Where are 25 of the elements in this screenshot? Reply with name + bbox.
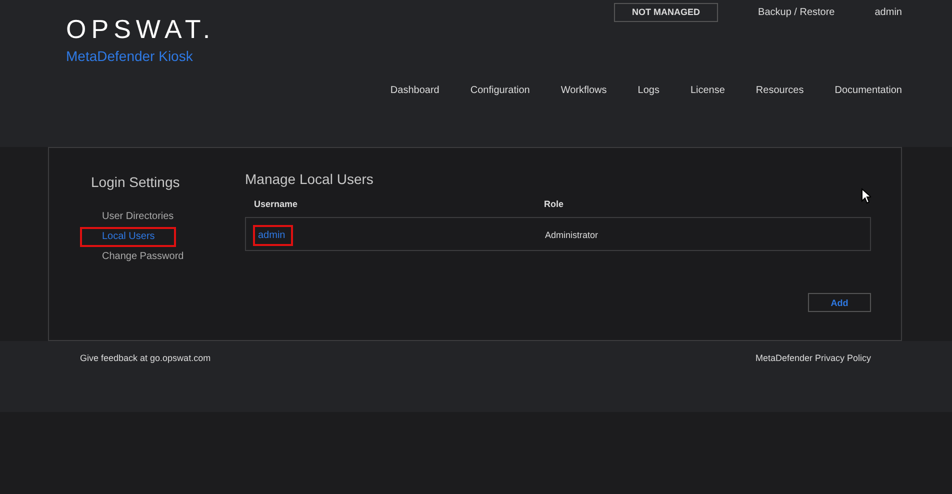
section-title: Manage Local Users [245, 171, 374, 187]
username-link[interactable]: admin [253, 225, 294, 246]
nav-link[interactable]: Documentation [834, 85, 902, 96]
nav-link[interactable]: License [690, 85, 725, 96]
nav-link[interactable]: Resources [756, 85, 804, 96]
column-header: Username [254, 199, 299, 209]
sidebar-title: Login Settings [91, 174, 180, 190]
privacy-link[interactable]: MetaDefender Privacy Policy [755, 353, 871, 412]
nav-link[interactable]: Workflows [560, 85, 607, 96]
cursor-icon [861, 188, 871, 204]
nav-link[interactable]: Logs [638, 85, 660, 96]
table-cell: Administrator [545, 230, 598, 240]
nav-link[interactable]: Dashboard [390, 85, 440, 96]
sidebar-item[interactable]: Local Users [80, 227, 176, 247]
feedback-link[interactable]: Give feedback at go.opswat.com [80, 353, 211, 412]
status-badge: NOT MANAGED [614, 3, 718, 22]
nav-link[interactable]: Configuration [470, 85, 530, 96]
top-link[interactable]: Backup / Restore [758, 7, 835, 18]
add-button[interactable]: Add [808, 293, 871, 312]
sidebar-item[interactable]: User Directories [80, 207, 195, 227]
product-name: MetaDefender Kiosk [66, 48, 194, 64]
sidebar-item[interactable]: Change Password [80, 247, 205, 267]
logo: OPSWAT. [66, 14, 216, 44]
top-link[interactable]: admin [874, 7, 902, 18]
column-header: Role [544, 199, 564, 209]
